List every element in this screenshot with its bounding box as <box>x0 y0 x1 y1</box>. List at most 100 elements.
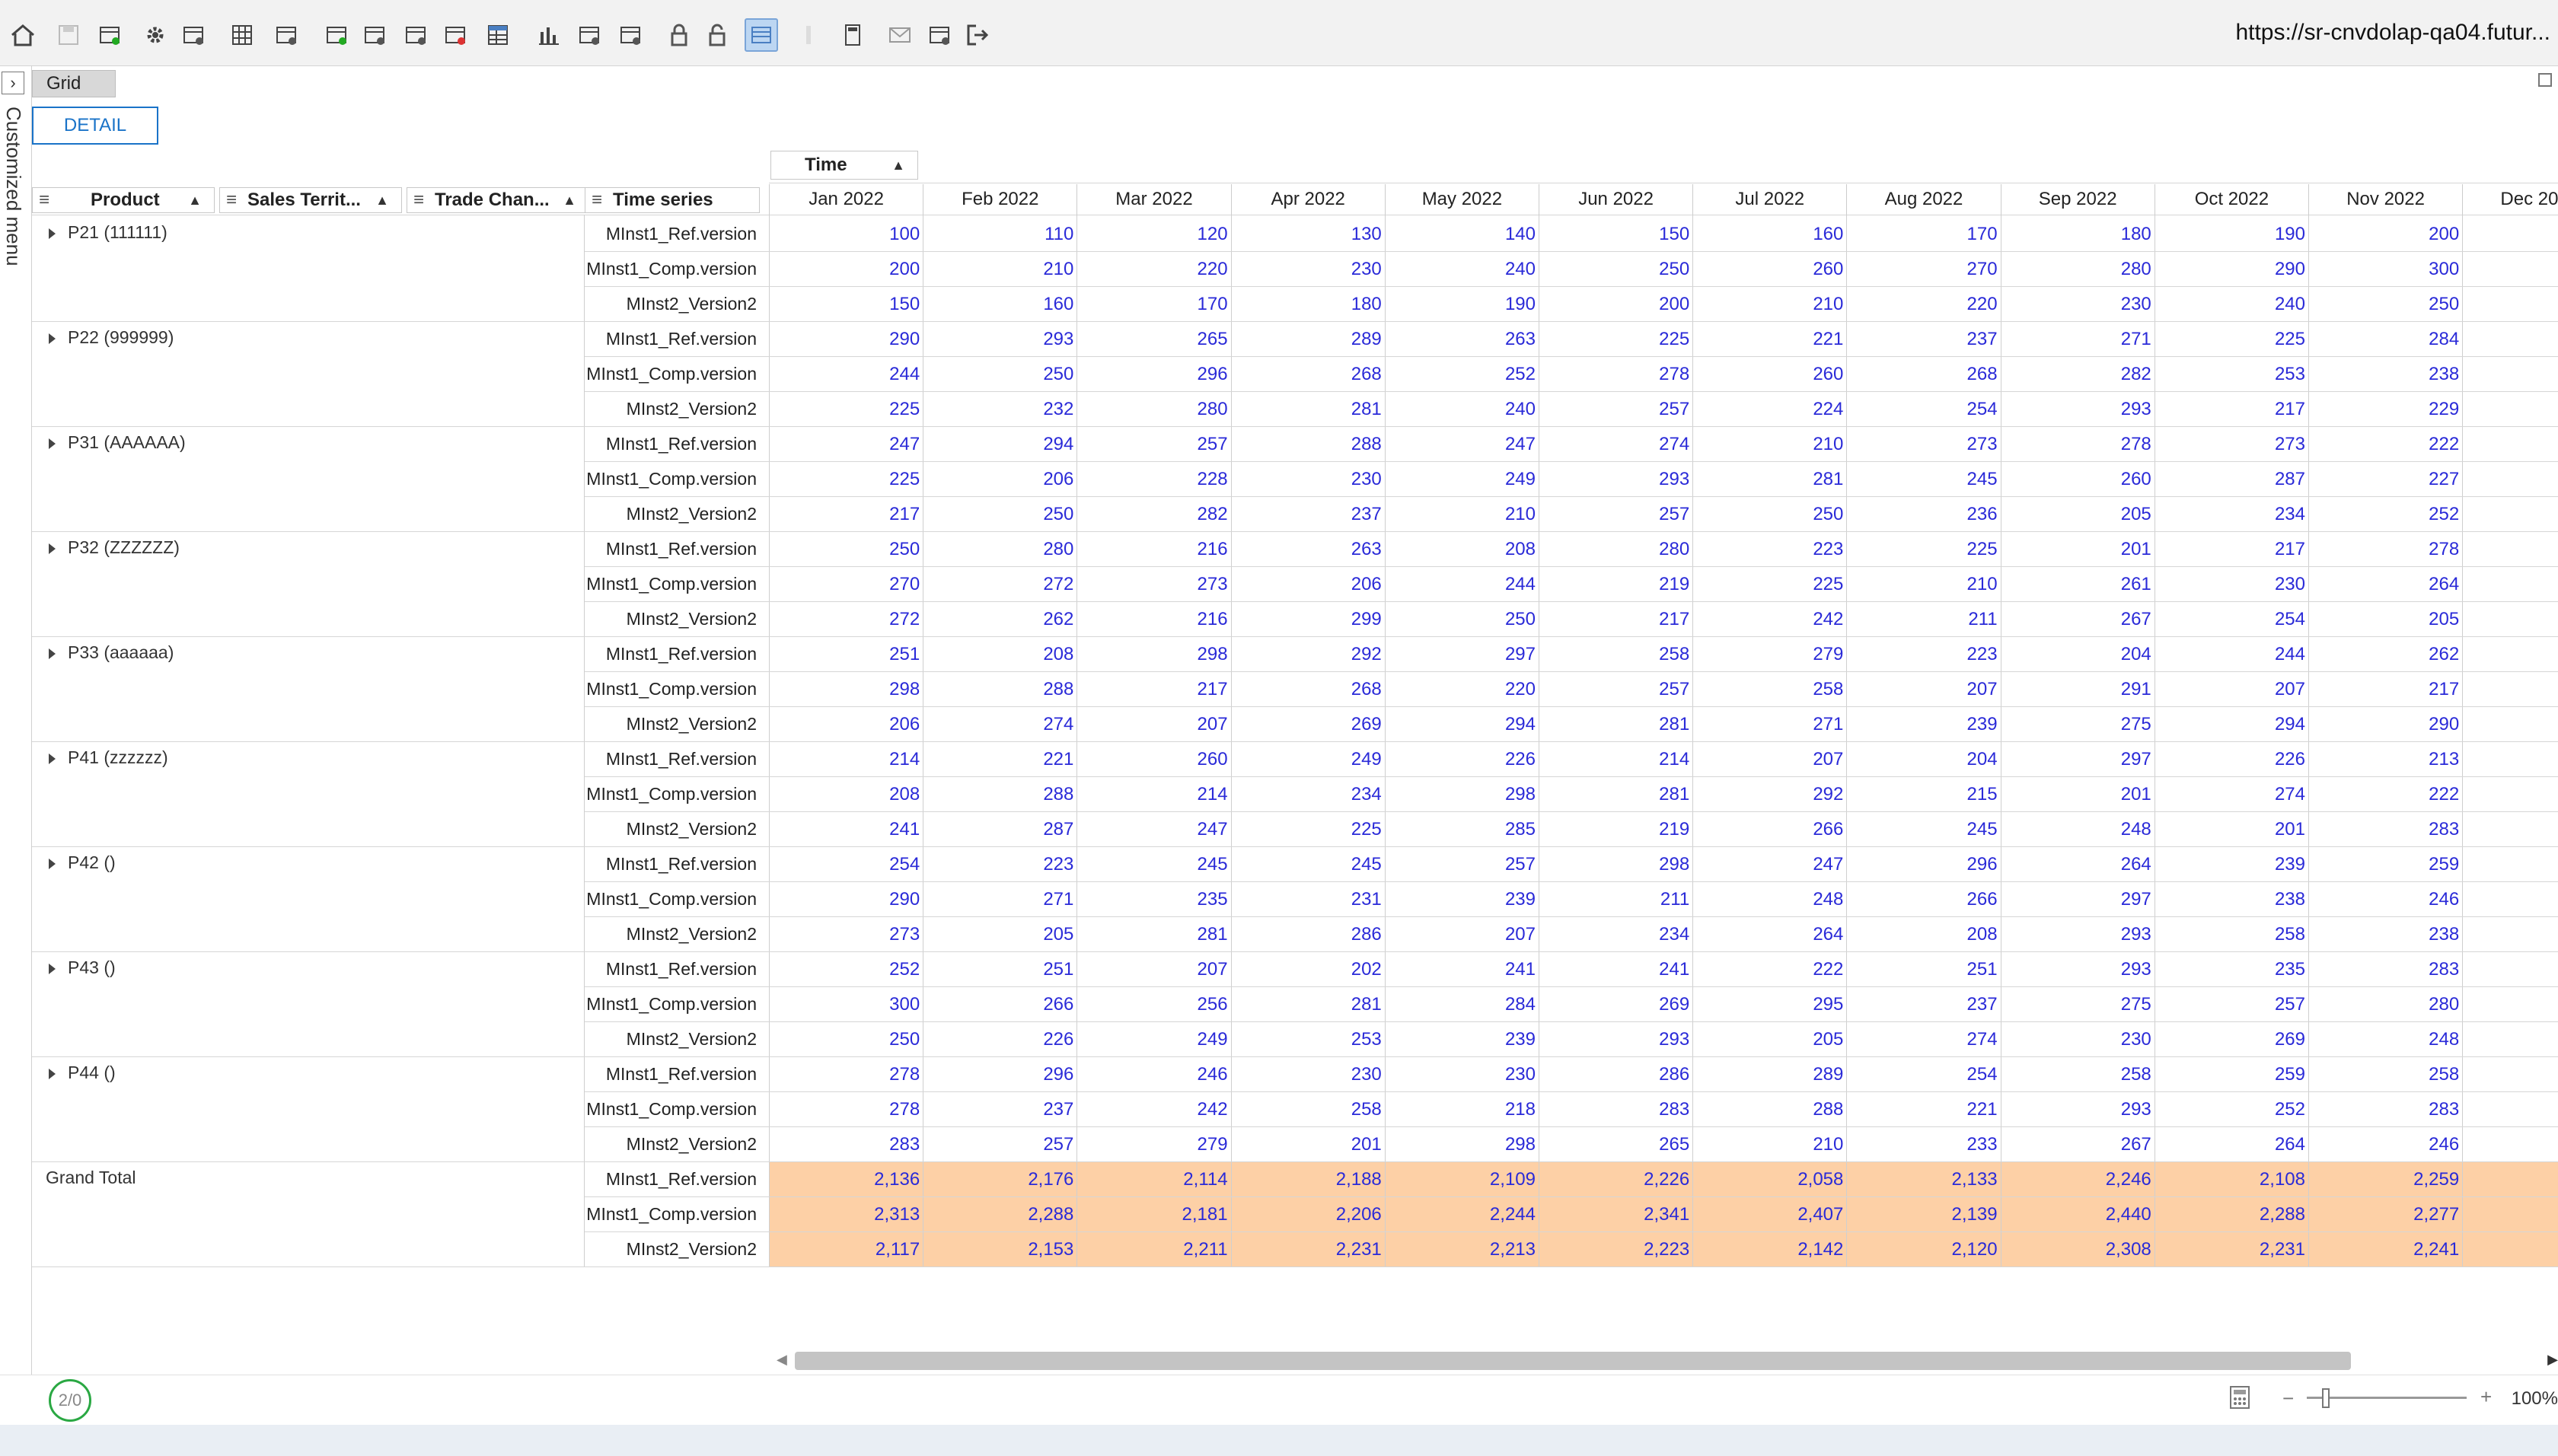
scroll-right-icon[interactable]: ▶ <box>2547 1352 2558 1368</box>
data-cell[interactable]: 297 <box>2001 749 2155 770</box>
data-cell[interactable]: 160 <box>923 294 1076 315</box>
expand-icon[interactable] <box>49 333 56 344</box>
data-cell[interactable]: 218 <box>1385 1099 1539 1120</box>
data-cell[interactable]: 211 <box>1846 609 2000 630</box>
data-cell[interactable]: 217 <box>1076 679 1230 700</box>
data-cell[interactable]: 300 <box>2308 259 2462 280</box>
data-cell[interactable]: 250 <box>769 539 923 560</box>
product-row-header[interactable]: P32 (ZZZZZZ) <box>49 537 180 558</box>
data-cell[interactable]: 222 <box>1692 959 1846 980</box>
data-cell[interactable]: 214 <box>1076 784 1230 805</box>
data-cell[interactable]: 252 <box>1385 364 1539 385</box>
data-cell[interactable]: 249 <box>1385 469 1539 490</box>
product-row-header[interactable]: P43 () <box>49 957 116 978</box>
data-cell[interactable]: 2,188 <box>1231 1169 1385 1190</box>
data-cell[interactable]: 230 <box>2001 1029 2155 1050</box>
data-cell[interactable]: 207 <box>2155 679 2308 700</box>
data-cell[interactable]: 205 <box>1692 1029 1846 1050</box>
data-cell[interactable]: 293 <box>2001 959 2155 980</box>
side-panel-toggle-button[interactable]: › <box>2 72 24 94</box>
data-cell[interactable]: 223 <box>1692 539 1846 560</box>
data-cell[interactable]: 257 <box>1385 854 1539 875</box>
data-cell[interactable]: 283 <box>2308 1099 2462 1120</box>
data-cell[interactable]: 2,313 <box>769 1204 923 1225</box>
data-cell[interactable]: 259 <box>2308 854 2462 875</box>
data-cell[interactable]: 204 <box>1846 749 2000 770</box>
drag-handle-icon[interactable]: ≡ <box>592 190 605 211</box>
data-cell[interactable]: 208 <box>1385 539 1539 560</box>
data-cell[interactable]: 2,288 <box>2155 1204 2308 1225</box>
data-cell[interactable]: 110 <box>923 224 1076 245</box>
data-cell[interactable]: 205 <box>2308 609 2462 630</box>
data-cell[interactable]: 241 <box>769 819 923 840</box>
data-cell[interactable]: 292 <box>1231 644 1385 665</box>
data-cell[interactable]: 2,133 <box>1846 1169 2000 1190</box>
data-cell[interactable]: 200 <box>1539 294 1692 315</box>
data-cell[interactable]: 237 <box>2462 679 2558 700</box>
data-cell[interactable]: 190 <box>1385 294 1539 315</box>
data-cell[interactable]: 274 <box>1539 434 1692 455</box>
data-cell[interactable]: 254 <box>2155 609 2308 630</box>
data-cell[interactable]: 275 <box>2001 714 2155 735</box>
data-cell[interactable]: 282 <box>1076 504 1230 525</box>
data-cell[interactable]: 100 <box>769 224 923 245</box>
data-cell[interactable]: 201 <box>1231 1134 1385 1155</box>
data-cell[interactable]: 278 <box>2308 539 2462 560</box>
data-cell[interactable]: 283 <box>2308 959 2462 980</box>
data-cell[interactable]: 259 <box>2155 1064 2308 1085</box>
data-cell[interactable]: 245 <box>1076 854 1230 875</box>
data-cell[interactable]: 210 <box>1692 434 1846 455</box>
data-cell[interactable]: 271 <box>923 889 1076 910</box>
data-cell[interactable]: 240 <box>2155 294 2308 315</box>
data-cell[interactable]: 244 <box>2462 959 2558 980</box>
data-cell[interactable]: 229 <box>2462 854 2558 875</box>
data-cell[interactable]: 225 <box>1692 574 1846 595</box>
exit-icon[interactable] <box>961 18 994 52</box>
data-cell[interactable]: 274 <box>2155 784 2308 805</box>
drag-handle-icon[interactable]: ≡ <box>226 190 240 211</box>
data-cell[interactable]: 224 <box>1692 399 1846 420</box>
data-cell[interactable]: 235 <box>2155 959 2308 980</box>
data-cell[interactable]: 2,259 <box>2308 1169 2462 1190</box>
product-row-header[interactable]: P31 (AAAAAA) <box>49 432 186 453</box>
data-cell[interactable]: 289 <box>1231 329 1385 350</box>
data-cell[interactable]: 2,117 <box>769 1239 923 1260</box>
data-cell[interactable]: 238 <box>2462 539 2558 560</box>
data-cell[interactable]: 140 <box>1385 224 1539 245</box>
data-cell[interactable]: 231 <box>2462 434 2558 455</box>
data-cell[interactable]: 2,288 <box>923 1204 1076 1225</box>
data-cell[interactable]: 2,206 <box>1231 1204 1385 1225</box>
data-cell[interactable]: 264 <box>2001 854 2155 875</box>
data-cell[interactable]: 280 <box>2308 994 2462 1015</box>
data-cell[interactable]: 231 <box>1231 889 1385 910</box>
data-cell[interactable]: 206 <box>769 714 923 735</box>
data-cell[interactable]: 225 <box>1539 329 1692 350</box>
data-cell[interactable]: 180 <box>1231 294 1385 315</box>
data-cell[interactable]: 238 <box>2155 889 2308 910</box>
data-cell[interactable]: 245 <box>1846 469 2000 490</box>
home-icon[interactable] <box>6 18 40 52</box>
data-cell[interactable]: 247 <box>1076 819 1230 840</box>
data-cell[interactable]: 237 <box>1846 329 2000 350</box>
data-cell[interactable]: 248 <box>2308 1029 2462 1050</box>
data-cell[interactable]: 2,236 <box>2462 1204 2558 1225</box>
data-cell[interactable]: 2,440 <box>2001 1204 2155 1225</box>
data-cell[interactable]: 253 <box>1231 1029 1385 1050</box>
data-cell[interactable]: 223 <box>1846 644 2000 665</box>
data-cell[interactable]: 241 <box>1539 959 1692 980</box>
data-cell[interactable]: 274 <box>1846 1029 2000 1050</box>
data-cell[interactable]: 291 <box>2001 679 2155 700</box>
data-cell[interactable]: 297 <box>2001 889 2155 910</box>
data-cell[interactable]: 217 <box>2308 679 2462 700</box>
data-cell[interactable]: 249 <box>1076 1029 1230 1050</box>
data-cell[interactable]: 237 <box>1231 504 1385 525</box>
data-cell[interactable]: 294 <box>1385 714 1539 735</box>
save-icon[interactable] <box>52 18 85 52</box>
data-cell[interactable]: 246 <box>2308 889 2462 910</box>
data-cell[interactable]: 299 <box>1231 609 1385 630</box>
data-cell[interactable]: 210 <box>1846 574 2000 595</box>
data-cell[interactable]: 244 <box>769 364 923 385</box>
data-cell[interactable]: 226 <box>2155 749 2308 770</box>
zoom-slider[interactable] <box>2307 1397 2467 1399</box>
data-cell[interactable]: 238 <box>2308 924 2462 945</box>
